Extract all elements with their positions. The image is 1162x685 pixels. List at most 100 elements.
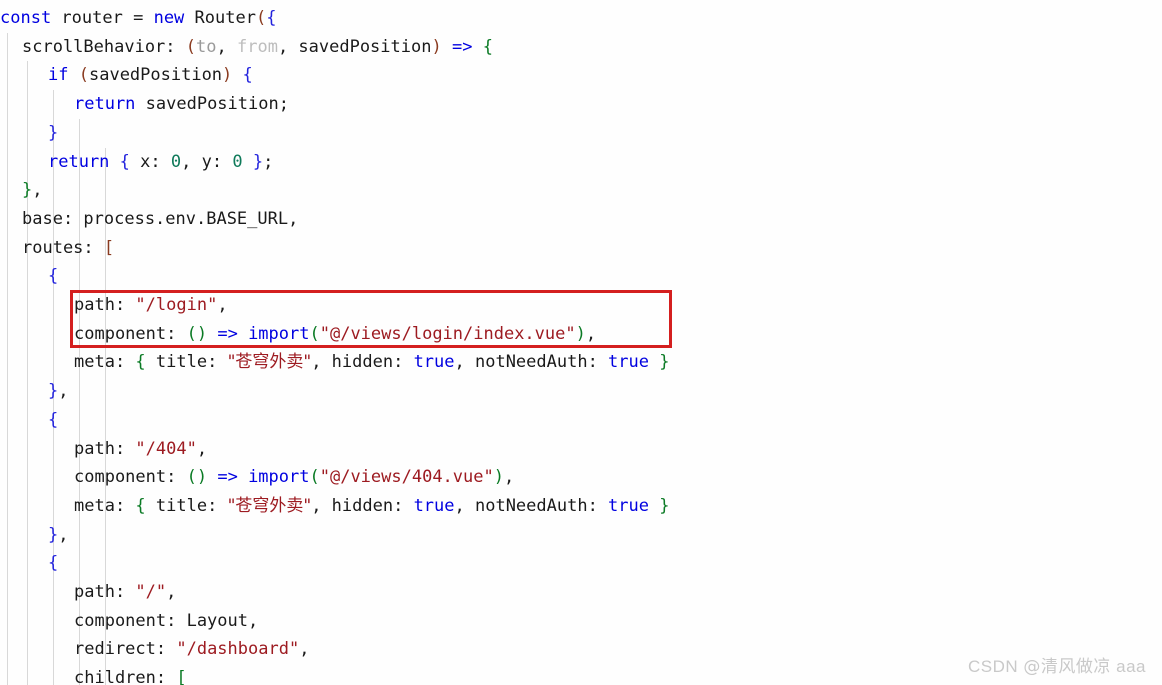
code-token: router <box>51 8 134 28</box>
code-token: Router <box>184 8 256 28</box>
code-line-2[interactable]: scrollBehavior: (to, from, savedPosition… <box>0 33 493 62</box>
code-token: = <box>133 8 144 28</box>
code-token: "苍穹外卖" <box>227 495 312 516</box>
code-token: , savedPosition <box>277 36 432 57</box>
code-token: , <box>217 295 228 315</box>
code-token: => <box>451 36 473 57</box>
code-token: { <box>266 8 277 28</box>
code-token: { <box>48 266 59 287</box>
code-token: , <box>196 438 208 459</box>
code-token: "@/views/404.vue" <box>319 467 494 488</box>
watermark-handle: @清风做凉 <box>1023 657 1111 677</box>
code-token: "苍穹外卖" <box>227 352 312 373</box>
code-line-13[interactable]: meta: { title: "苍穹外卖", hidden: true, not… <box>0 348 670 377</box>
code-token: title: <box>145 495 228 516</box>
code-token: => <box>217 467 238 488</box>
code-token: return <box>48 151 110 172</box>
code-token: } <box>48 524 59 545</box>
code-token: component: <box>74 323 187 344</box>
code-token: 0 <box>170 151 182 172</box>
code-token: meta: <box>74 495 136 516</box>
code-line-11[interactable]: path: "/login", <box>0 291 228 320</box>
code-token: () <box>186 323 208 344</box>
code-line-20[interactable]: { <box>0 549 58 578</box>
code-line-23[interactable]: redirect: "/dashboard", <box>0 635 309 664</box>
code-line-16[interactable]: path: "/404", <box>0 435 207 464</box>
code-token: component: Layout, <box>74 610 259 631</box>
code-line-7[interactable]: }, <box>0 176 43 205</box>
code-token: true <box>413 495 455 516</box>
code-token: title: <box>145 352 228 373</box>
code-line-3[interactable]: if (savedPosition) { <box>0 61 253 90</box>
watermark-suffix: aaa <box>1116 657 1146 676</box>
code-line-19[interactable]: }, <box>0 521 69 550</box>
code-token: } <box>48 122 59 143</box>
csdn-watermark: CSDN @清风做凉 aaa <box>968 652 1146 677</box>
code-token: , notNeedAuth: <box>454 495 609 516</box>
code-line-18[interactable]: meta: { title: "苍穹外卖", hidden: true, not… <box>0 492 670 521</box>
code-token: { <box>482 36 493 57</box>
code-token: path: <box>74 582 136 602</box>
code-token: true <box>608 495 649 516</box>
code-line-22[interactable]: component: Layout, <box>0 607 258 636</box>
code-token: , y: <box>181 151 233 172</box>
code-token: scrollBehavior: <box>22 36 186 57</box>
code-line-17[interactable]: component: () => import("@/views/404.vue… <box>0 463 514 492</box>
code-token: ) <box>493 467 504 488</box>
code-line-6[interactable]: return { x: 0, y: 0 }; <box>0 148 273 177</box>
code-token: } <box>252 151 264 172</box>
code-token: to <box>196 36 217 57</box>
code-token: , <box>299 639 310 660</box>
code-token: , notNeedAuth: <box>454 352 609 373</box>
code-token: import <box>248 323 310 344</box>
code-token: savedPosition <box>88 65 223 86</box>
code-token: } <box>48 381 59 402</box>
code-line-14[interactable]: }, <box>0 377 69 406</box>
code-line-9[interactable]: routes: [ <box>0 234 114 263</box>
code-line-21[interactable]: path: "/", <box>0 578 176 607</box>
code-token: [ <box>103 237 115 258</box>
code-token: , <box>585 323 597 344</box>
code-line-4[interactable]: return savedPosition; <box>0 90 289 119</box>
code-token: meta: <box>74 352 136 373</box>
code-token: { <box>119 151 130 172</box>
code-line-15[interactable]: { <box>0 406 58 435</box>
code-line-10[interactable]: { <box>0 262 58 291</box>
code-token: { <box>242 65 253 86</box>
code-token: { <box>48 553 59 574</box>
code-token: if <box>48 65 69 86</box>
code-token: [ <box>176 668 187 685</box>
code-token: new <box>153 8 185 28</box>
code-token: , hidden: <box>311 495 414 516</box>
code-content[interactable]: const router = new Router({scrollBehavio… <box>0 0 1162 685</box>
code-editor[interactable]: const router = new Router({scrollBehavio… <box>0 0 1162 685</box>
code-token: } <box>659 352 670 373</box>
code-token: { <box>135 495 146 516</box>
code-line-8[interactable]: base: process.env.BASE_URL, <box>0 205 298 234</box>
code-token: component: <box>74 467 187 488</box>
code-line-1[interactable]: const router = new Router({ <box>0 4 276 33</box>
code-token: ) <box>222 65 233 86</box>
code-line-5[interactable]: } <box>0 119 58 148</box>
code-token: from <box>236 36 278 57</box>
code-token: "/" <box>135 582 167 602</box>
code-line-24[interactable]: children: [ <box>0 664 187 685</box>
code-token: "@/views/login/index.vue" <box>319 323 576 344</box>
code-token: , <box>216 36 237 57</box>
code-token: } <box>659 495 670 516</box>
code-token: const <box>0 8 52 28</box>
code-token: => <box>217 323 238 344</box>
code-token: () <box>186 467 208 488</box>
code-token: true <box>608 352 649 373</box>
code-line-12[interactable]: component: () => import("@/views/login/i… <box>0 320 596 349</box>
code-token: , <box>58 381 69 402</box>
